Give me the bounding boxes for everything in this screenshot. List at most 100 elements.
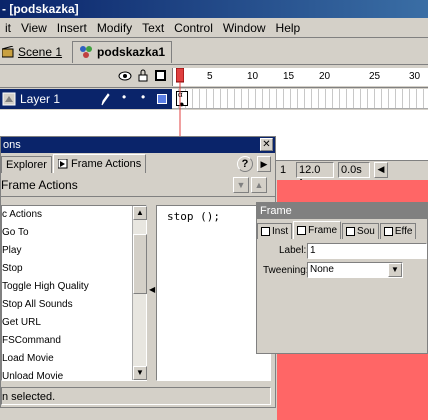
scroll-thumb[interactable] (133, 234, 147, 294)
list-item[interactable]: c Actions (2, 206, 146, 224)
frame-ruler[interactable]: 1 5 10 15 20 25 30 (172, 68, 428, 86)
list-item[interactable]: Go To (2, 224, 146, 242)
effect-icon (383, 227, 393, 236)
scene-bar: Scene 1 podskazka1 (0, 39, 428, 65)
menu-help[interactable]: Help (271, 18, 306, 38)
window-title-bar: - [podskazka] (0, 0, 428, 18)
list-item[interactable]: Toggle High Quality (2, 278, 146, 296)
menu-edit[interactable]: it (0, 18, 16, 38)
scroll-up-button[interactable]: ▲ (133, 206, 147, 220)
menu-window[interactable]: Window (218, 18, 271, 38)
actions-panel: ons ✕ Explorer Frame Actions ? ▶ Frame A… (0, 136, 276, 408)
lock-icon[interactable] (138, 69, 148, 82)
instance-icon (261, 227, 270, 236)
layer-icon (2, 92, 16, 106)
ruler-number: 25 (369, 71, 381, 82)
list-item[interactable]: Play (2, 242, 146, 260)
ruler-number: 10 (247, 71, 259, 82)
tab-sound-label: Sou (357, 226, 375, 237)
tweening-select[interactable]: None ▼ (307, 262, 403, 278)
move-down-button[interactable]: ▼ (233, 177, 249, 193)
panel-menu-arrow-icon[interactable]: ▶ (257, 156, 271, 172)
list-item[interactable]: Stop All Sounds (2, 296, 146, 314)
menu-bar: it View Insert Modify Text Control Windo… (0, 18, 428, 38)
chevron-down-icon[interactable]: ▼ (388, 263, 402, 277)
label-input-value: 1 (310, 245, 316, 256)
close-button[interactable]: ✕ (260, 138, 273, 151)
actions-panel-title-bar[interactable]: ons ✕ (1, 137, 275, 153)
current-frame: 1 (280, 164, 287, 176)
frame-panel: Frame Inst Frame Sou Effe Label: 1 Tween… (256, 202, 428, 354)
symbol-label: podskazka1 (97, 45, 166, 59)
outline-toggle-icon[interactable] (155, 70, 166, 81)
elapsed-time: 0.0s (338, 162, 370, 178)
list-item[interactable]: FSCommand (2, 332, 146, 350)
actions-list-scrollbar[interactable]: ▲ ▼ (132, 206, 147, 380)
menu-control[interactable]: Control (169, 18, 218, 38)
ruler-number: 20 (319, 71, 331, 82)
actions-tabs: Explorer Frame Actions ? ▶ (1, 153, 275, 173)
frame-panel-title: Frame (260, 205, 292, 217)
menu-text[interactable]: Text (137, 18, 169, 38)
scroll-down-button[interactable]: ▼ (133, 366, 147, 380)
tab-frame-actions[interactable]: Frame Actions (52, 154, 147, 173)
frame-panel-tabs: Inst Frame Sou Effe (257, 219, 427, 239)
tab-frame[interactable]: Frame (293, 221, 342, 239)
window-title: - [podskazka] (2, 2, 79, 16)
frame-rate[interactable]: 12.0 fps (296, 162, 334, 190)
sound-icon (346, 227, 356, 236)
actions-panel-title: ons (3, 139, 21, 151)
actions-status-bar: n selected. (1, 387, 271, 405)
pencil-icon (101, 93, 110, 106)
layer-color-swatch[interactable] (157, 94, 167, 104)
eye-icon[interactable] (118, 70, 132, 82)
help-label: ? (241, 158, 249, 170)
list-item[interactable]: Stop (2, 260, 146, 278)
tab-effect[interactable]: Effe (379, 223, 417, 239)
visibility-dot-icon[interactable]: • (122, 90, 126, 104)
actions-header: Frame Actions ▼ ▲ (1, 173, 275, 197)
script-editor[interactable]: stop (); (156, 205, 271, 381)
label-caption: Label: (279, 245, 307, 256)
tweening-caption: Tweening: (263, 265, 309, 276)
tab-instance-label: Inst (272, 226, 289, 237)
menu-insert[interactable]: Insert (52, 18, 92, 38)
list-item[interactable]: Unload Movie (2, 368, 146, 386)
actions-header-label: Frame Actions (1, 178, 78, 192)
scene-link[interactable]: Scene 1 (18, 45, 62, 59)
timeline-status-bar: 1 12.0 fps 0.0s ◀ (276, 160, 428, 190)
tweening-select-value: None (310, 264, 334, 275)
menu-view[interactable]: View (16, 18, 52, 38)
tab-frame-actions-label: Frame Actions (70, 158, 142, 170)
list-item[interactable]: Get URL (2, 314, 146, 332)
frame-panel-title-bar[interactable]: Frame (257, 203, 427, 219)
lock-dot-icon[interactable]: • (141, 90, 145, 104)
actions-status-text: n selected. (2, 391, 56, 403)
pane-splitter[interactable]: ◀ (149, 205, 155, 381)
help-button[interactable]: ? (237, 156, 253, 172)
tab-effect-label: Effe (394, 226, 413, 237)
symbol-tab[interactable]: podskazka1 (72, 40, 173, 63)
menu-modify[interactable]: Modify (92, 18, 137, 38)
movie-clip-icon (80, 46, 93, 58)
frames-row[interactable]: α ● (172, 89, 428, 109)
frame-icon (297, 226, 307, 235)
tab-explorer[interactable]: Explorer (1, 156, 52, 173)
scene-icon (2, 45, 14, 57)
move-up-button[interactable]: ▲ (251, 177, 267, 193)
actions-list[interactable]: c Actions Go To Play Stop Toggle High Qu… (1, 205, 147, 382)
splitter-arrow-icon[interactable]: ◀ (149, 285, 155, 294)
ruler-number: 5 (207, 71, 213, 82)
script-code: stop (); (167, 210, 220, 223)
scroll-left-button[interactable]: ◀ (374, 162, 388, 178)
list-item[interactable]: Load Movie (2, 350, 146, 368)
ruler-number: 30 (409, 71, 421, 82)
layer-row[interactable]: Layer 1 • • (0, 89, 172, 109)
label-input[interactable]: 1 (307, 243, 427, 259)
tab-instance[interactable]: Inst (257, 223, 293, 239)
tab-explorer-label: Explorer (6, 159, 47, 171)
tab-frame-label: Frame (308, 225, 338, 236)
frame-actions-icon (57, 159, 68, 169)
ruler-number: 15 (283, 71, 295, 82)
tab-sound[interactable]: Sou (342, 223, 379, 239)
